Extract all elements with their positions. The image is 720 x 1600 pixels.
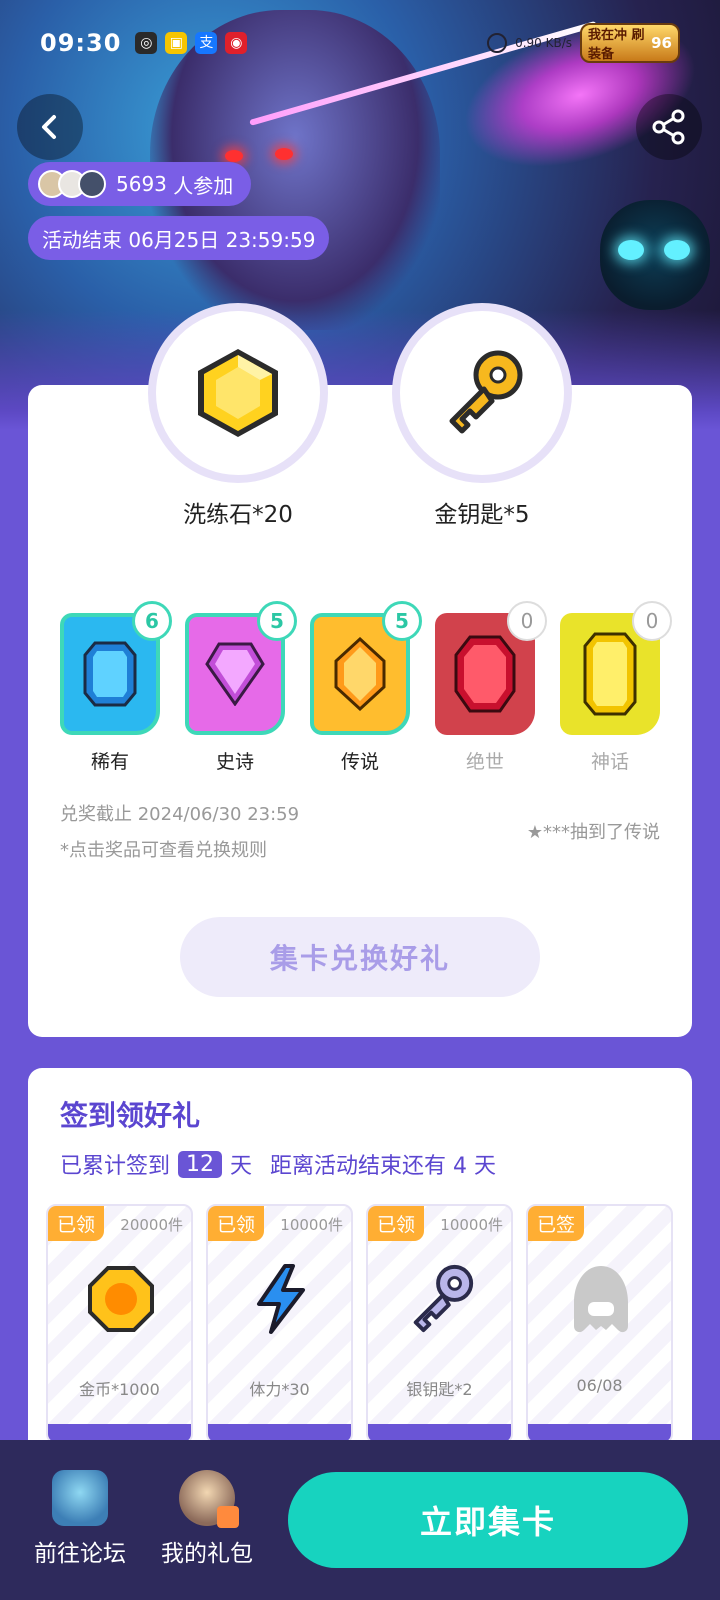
gifts-label: 我的礼包 xyxy=(161,1541,253,1567)
gem-label: 史诗 xyxy=(215,751,254,773)
claim-status-tag: 已领 xyxy=(208,1206,265,1241)
forum-icon xyxy=(52,1470,108,1526)
signin-reward-list: 已领 20000件 金币*1000 已领 10000件 体力*30 已领 100… xyxy=(46,1204,673,1444)
signin-days-unit: 天 xyxy=(230,1154,253,1179)
hexagon-gem-icon xyxy=(198,349,278,437)
collect-cards-button[interactable]: 立即集卡 xyxy=(288,1472,688,1568)
game-badge[interactable]: 我在冲 刷装备 96 xyxy=(580,23,680,63)
prize-ring xyxy=(392,303,572,483)
yellow-gem-icon xyxy=(583,632,637,716)
gem-label: 绝世 xyxy=(465,751,504,773)
status-bar: 09:30 ◎ ▣ 支 ◉ 0.90 KB/s 我在冲 刷装备 96 xyxy=(40,23,680,63)
gem-count-badge: 0 xyxy=(632,601,672,641)
reward-label: 银钥匙*2 xyxy=(406,1380,473,1399)
my-gifts-button[interactable]: 我的礼包 xyxy=(152,1470,262,1568)
gold-coin-icon xyxy=(88,1266,154,1332)
gem-rare[interactable]: 6 稀有 xyxy=(60,601,172,774)
claim-status-tag: 已签 xyxy=(528,1206,585,1241)
gem-epic[interactable]: 5 史诗 xyxy=(185,601,297,774)
glowing-eye-right xyxy=(275,148,293,160)
gift-avatar-icon xyxy=(179,1470,239,1528)
reward-label: 体力*30 xyxy=(249,1380,310,1399)
reward-image xyxy=(564,1262,638,1336)
prize-name: 洗练石*20 xyxy=(183,502,293,528)
gem-count-badge: 5 xyxy=(257,601,297,641)
app-notification-icon: ◉ xyxy=(225,32,248,54)
reward-image xyxy=(404,1262,478,1336)
gem-mythic[interactable]: 0 神话 xyxy=(560,601,672,774)
event-end-pill: 活动结束 06月25日 23:59:59 xyxy=(28,216,330,260)
signin-progress: 已累计签到 12 天 距离活动结束还有 4 天 xyxy=(60,1148,496,1180)
signin-reward-item[interactable]: 已领 10000件 银钥匙*2 xyxy=(366,1204,513,1444)
gem-label: 神话 xyxy=(590,751,629,773)
lightning-icon xyxy=(257,1264,305,1334)
redeem-deadline: 兑奖截止 2024/06/30 23:59 xyxy=(60,804,300,825)
app-notification-icon: ◎ xyxy=(135,32,158,54)
event-end-text: 活动结束 06月25日 23:59:59 xyxy=(42,227,316,252)
signin-days: 12 xyxy=(178,1150,223,1178)
game-badge-title: 我在冲 刷装备 xyxy=(588,28,645,62)
participants-text: 人参加 xyxy=(173,173,234,198)
forum-label: 前往论坛 xyxy=(34,1541,126,1567)
game-badge-level: 96 xyxy=(651,34,672,52)
reward-label: 06/08 xyxy=(576,1376,623,1395)
silver-key-icon xyxy=(413,1264,474,1333)
app-notification-icon: ▣ xyxy=(165,32,188,54)
share-button[interactable] xyxy=(636,94,702,160)
golden-key-icon xyxy=(449,350,523,434)
gem-count-badge: 5 xyxy=(382,601,422,641)
red-gem-icon xyxy=(454,635,516,713)
gem-label: 稀有 xyxy=(90,751,129,773)
stock-count: 10000件 xyxy=(280,1216,343,1234)
status-time: 09:30 xyxy=(40,29,122,57)
forum-button[interactable]: 前往论坛 xyxy=(25,1470,135,1568)
stock-count: 20000件 xyxy=(120,1216,183,1234)
reward-image xyxy=(244,1262,318,1336)
winner-ticker: ★***抽到了传说 xyxy=(526,822,660,843)
stock-count: 10000件 xyxy=(440,1216,503,1234)
exchange-button[interactable]: 集卡兑换好礼 xyxy=(180,917,540,997)
network-speed: 0.90 KB/s xyxy=(515,36,572,50)
orange-gem-icon xyxy=(334,637,386,711)
skull-monster-art xyxy=(600,200,710,310)
prize-golden-key[interactable]: 金钥匙*5 xyxy=(392,303,572,529)
participants-pill: 5693 人参加 xyxy=(28,162,252,206)
purple-gem-icon xyxy=(205,642,265,706)
glowing-eye-left xyxy=(225,150,243,162)
gem-label: 传说 xyxy=(340,751,379,773)
signin-reward-item[interactable]: 已领 20000件 金币*1000 xyxy=(46,1204,193,1444)
signin-title: 签到领好礼 xyxy=(60,1099,201,1132)
chevron-left-icon xyxy=(42,115,56,139)
signin-card: 签到领好礼 已累计签到 12 天 距离活动结束还有 4 天 已领 20000件 … xyxy=(28,1068,692,1488)
blue-gem-icon xyxy=(83,641,137,707)
signin-prefix: 已累计签到 xyxy=(60,1154,171,1179)
prize-refine-stone[interactable]: 洗练石*20 xyxy=(148,303,328,529)
hero-banner xyxy=(0,0,720,430)
signin-remaining: 距离活动结束还有 4 天 xyxy=(270,1154,497,1179)
gem-count-badge: 6 xyxy=(132,601,172,641)
signin-reward-item[interactable]: 已签 06/08 xyxy=(526,1204,673,1444)
gem-count-badge: 0 xyxy=(507,601,547,641)
bottom-action-bar: 前往论坛 我的礼包 立即集卡 xyxy=(0,1440,720,1600)
hooded-character-icon xyxy=(574,1266,628,1333)
alarm-icon xyxy=(487,33,508,53)
back-button[interactable] xyxy=(17,94,83,160)
participants-count: 5693 xyxy=(116,172,167,196)
claim-status-tag: 已领 xyxy=(368,1206,425,1241)
prize-ring xyxy=(148,303,328,483)
reward-card: 洗练石*20 金钥匙*5 6 稀有 5 史诗 5 传说 0 绝世 0 神话 兑奖… xyxy=(28,303,692,1037)
gem-collection: 6 稀有 5 史诗 5 传说 0 绝世 0 神话 xyxy=(60,601,672,774)
gem-legendary[interactable]: 5 传说 xyxy=(310,601,422,774)
claim-status-tag: 已领 xyxy=(48,1206,105,1241)
prize-name: 金钥匙*5 xyxy=(434,502,530,528)
reward-image xyxy=(84,1262,158,1336)
gem-peerless[interactable]: 0 绝世 xyxy=(435,601,547,774)
share-icon xyxy=(652,109,685,145)
avatar xyxy=(78,170,106,198)
redeem-hint: *点击奖品可查看兑换规则 xyxy=(60,840,267,861)
alipay-icon: 支 xyxy=(195,32,218,54)
signin-reward-item[interactable]: 已领 10000件 体力*30 xyxy=(206,1204,353,1444)
reward-label: 金币*1000 xyxy=(79,1380,160,1399)
